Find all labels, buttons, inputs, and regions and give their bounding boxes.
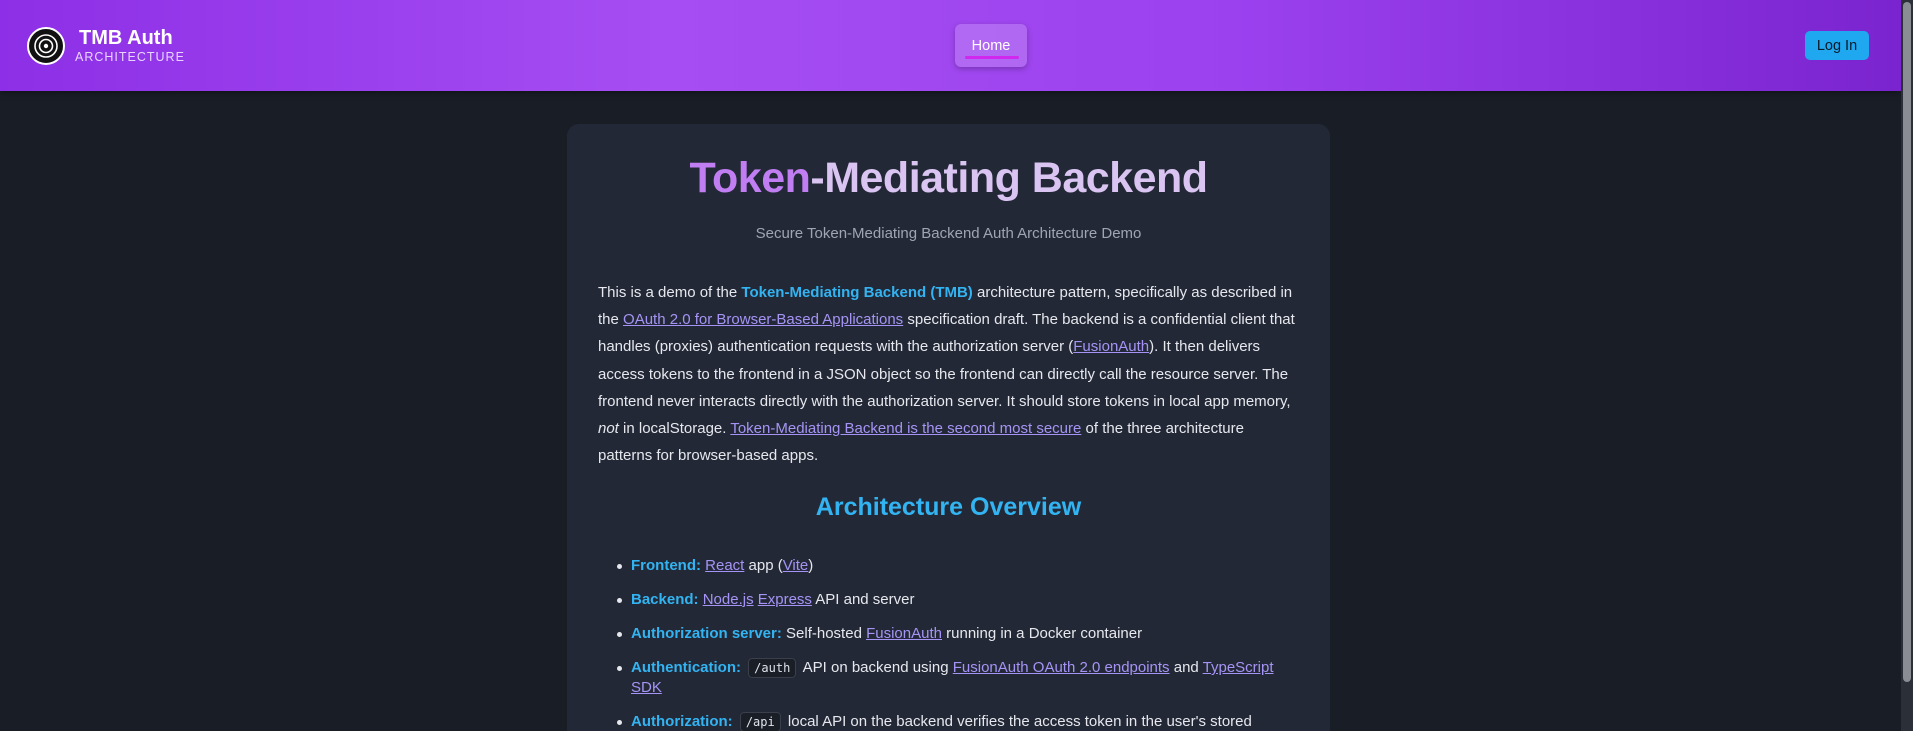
frontend-text-2: ) [808,557,814,574]
react-link[interactable]: React [705,557,744,574]
authz-server-text-2: running in a Docker container [941,625,1143,642]
nav-home-label: Home [971,38,1011,54]
target-logo-icon [27,27,65,65]
express-link[interactable]: Express [758,591,812,608]
fusionauth-link[interactable]: FusionAuth [1073,338,1149,355]
scrollbar-thumb[interactable] [1903,2,1911,682]
fusionauth-oauth-endpoints-link[interactable]: FusionAuth OAuth 2.0 endpoints [953,659,1170,676]
brand-title: TMB Auth [79,27,173,50]
list-item-authorization: Authorization: /api local API on the bac… [617,712,1291,731]
list-item-frontend: Frontend: React app (Vite) [617,556,1291,576]
authorization-label: Authorization: [631,713,733,730]
frontend-text-1: app ( [744,557,783,574]
authz-server-text-1: Self-hosted [781,625,867,642]
brand-text: TMB Auth ARCHITECTURE [75,28,185,64]
nodejs-link[interactable]: Node.js [703,591,754,608]
authentication-label: Authentication: [631,659,741,676]
api-route-code: /api [739,712,781,731]
content-card: Token-Mediating Backend Secure Token-Med… [567,124,1330,731]
section-title: Architecture Overview [815,493,1082,521]
authentication-text-2: and [1169,659,1203,676]
active-nav-indicator [965,56,1019,59]
title-rest: -Mediating Backend [810,154,1208,202]
login-button[interactable]: Log In [1805,31,1869,60]
tmb-highlight: Token-Mediating Backend (TMB) [741,284,973,301]
page-subtitle: Secure Token-Mediating Backend Auth Arch… [755,225,1142,242]
intro-text-1: This is a demo of the [598,284,742,301]
brand-subtitle: ARCHITECTURE [75,50,185,65]
intro-text-5: in localStorage. [618,420,731,438]
authentication-text-1: API on backend using [799,659,953,676]
brand[interactable]: TMB Auth ARCHITECTURE [27,27,185,65]
frontend-label: Frontend: [631,557,701,574]
authz-server-label: Authorization server: [631,625,782,642]
intro-paragraph: This is a demo of the Token-Mediating Ba… [598,279,1298,469]
page-title: Token-Mediating Backend [567,154,1330,203]
fusionauth-link-2[interactable]: FusionAuth [866,625,942,642]
top-navbar: TMB Auth ARCHITECTURE Home Log In [0,0,1901,91]
vite-link[interactable]: Vite [783,557,809,574]
backend-label: Backend: [631,591,699,608]
auth-route-code: /auth [748,658,797,678]
not-emphasis: not [598,420,619,438]
second-most-secure-link[interactable]: Token-Mediating Backend is the second mo… [730,420,1081,437]
page-scrollbar[interactable] [1901,0,1913,731]
list-item-authentication: Authentication: /auth API on backend usi… [617,658,1291,698]
list-item-authz-server: Authorization server: Self-hosted Fusion… [617,624,1291,644]
architecture-list: Frontend: React app (Vite) Backend: Node… [617,556,1291,731]
list-item-backend: Backend: Node.js Express API and server [617,590,1291,610]
nav-home-link[interactable]: Home [955,24,1027,67]
backend-text: API and server [811,591,915,608]
title-token: Token [689,154,811,202]
oauth-browser-apps-link[interactable]: OAuth 2.0 for Browser-Based Applications [623,311,903,328]
